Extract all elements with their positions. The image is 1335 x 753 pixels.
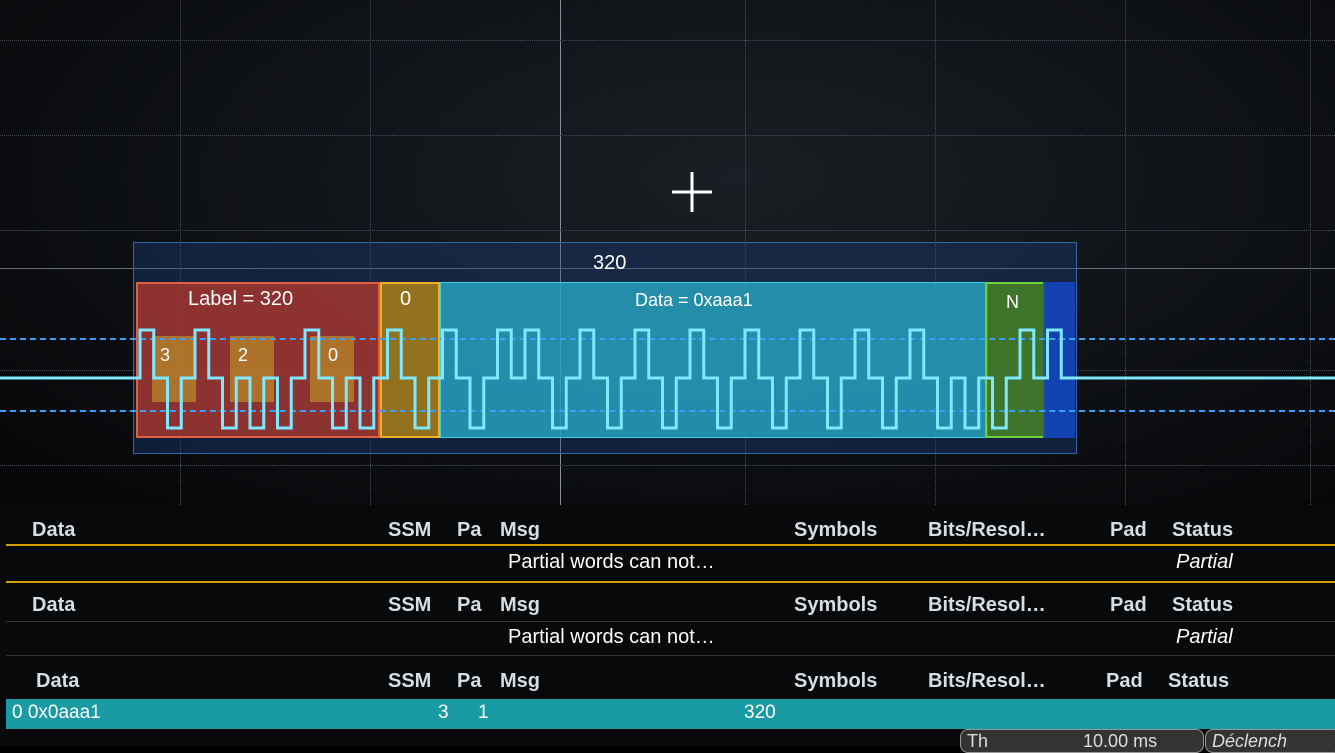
header-msg[interactable]: Msg [500, 519, 540, 542]
header-msg[interactable]: Msg [500, 594, 540, 617]
header-separator [6, 544, 1335, 546]
header-status[interactable]: Status [1172, 594, 1233, 617]
header-pad[interactable]: Pad [1110, 594, 1147, 617]
header-pad[interactable]: Pad [1110, 519, 1147, 542]
msg-cell: Partial words can not… [508, 626, 715, 648]
oscilloscope-display[interactable]: 320 Label = 320 0 Data = 0xaaa1 N 3 2 0 [0, 0, 1335, 505]
grid-line [0, 135, 1335, 136]
timebase-value: 10.00 ms [1083, 731, 1158, 751]
signal-trace [0, 328, 1335, 430]
data-cell: 0 0x0aaa1 [12, 702, 101, 723]
header-msg[interactable]: Msg [500, 670, 540, 693]
header-symbols[interactable]: Symbols [794, 670, 877, 693]
symbols-cell: 320 [744, 702, 776, 723]
header-data[interactable]: Data [36, 670, 79, 693]
table-header-row: Data SSM Pa Msg Symbols Bits/Resol… Pad … [6, 594, 1335, 618]
header-parity[interactable]: Pa [457, 670, 481, 693]
header-symbols[interactable]: Symbols [794, 594, 877, 617]
grid-line [0, 40, 1335, 41]
timebase-button[interactable]: Th 10.00 ms [960, 729, 1204, 753]
trigger-label: Déclench [1212, 731, 1288, 751]
table-header-row: Data SSM Pa Msg Symbols Bits/Resol… Pad … [6, 670, 1335, 694]
status-cell: Partial [1176, 551, 1233, 573]
header-parity[interactable]: Pa [457, 519, 481, 542]
table-row[interactable]: Partial words can not… Partial [6, 626, 1335, 650]
grid-line [0, 230, 1335, 231]
table-row[interactable]: Partial words can not… Partial [6, 551, 1335, 575]
header-pad[interactable]: Pad [1106, 670, 1143, 693]
ssm-cell: 3 [438, 702, 449, 723]
header-status[interactable]: Status [1172, 519, 1233, 542]
timebase-label: Th [967, 731, 989, 751]
frame-value-label: 320 [593, 252, 627, 274]
header-bits-resolution[interactable]: Bits/Resol… [928, 670, 1046, 693]
header-status[interactable]: Status [1168, 670, 1229, 693]
header-bits-resolution[interactable]: Bits/Resol… [928, 519, 1046, 542]
header-ssm[interactable]: SSM [388, 519, 431, 542]
header-data[interactable]: Data [32, 519, 75, 542]
table-header-row: Data SSM Pa Msg Symbols Bits/Resol… Pad … [6, 519, 1335, 543]
header-bits-resolution[interactable]: Bits/Resol… [928, 594, 1046, 617]
trigger-button[interactable]: Déclench [1205, 729, 1335, 753]
row-separator [6, 655, 1335, 656]
header-ssm[interactable]: SSM [388, 670, 431, 693]
row-separator [6, 581, 1335, 583]
status-cell: Partial [1176, 626, 1233, 648]
crosshair-cursor-icon[interactable] [672, 172, 712, 212]
grid-line [0, 465, 1335, 466]
parity-cell: 1 [478, 702, 489, 723]
signal-waveform [0, 328, 1335, 430]
header-data[interactable]: Data [32, 594, 75, 617]
header-parity[interactable]: Pa [457, 594, 481, 617]
header-symbols[interactable]: Symbols [794, 519, 877, 542]
msg-cell: Partial words can not… [508, 551, 715, 573]
selected-table-row[interactable]: 0 0x0aaa1 3 1 320 [6, 699, 1335, 729]
header-ssm[interactable]: SSM [388, 594, 431, 617]
header-separator [6, 621, 1335, 622]
